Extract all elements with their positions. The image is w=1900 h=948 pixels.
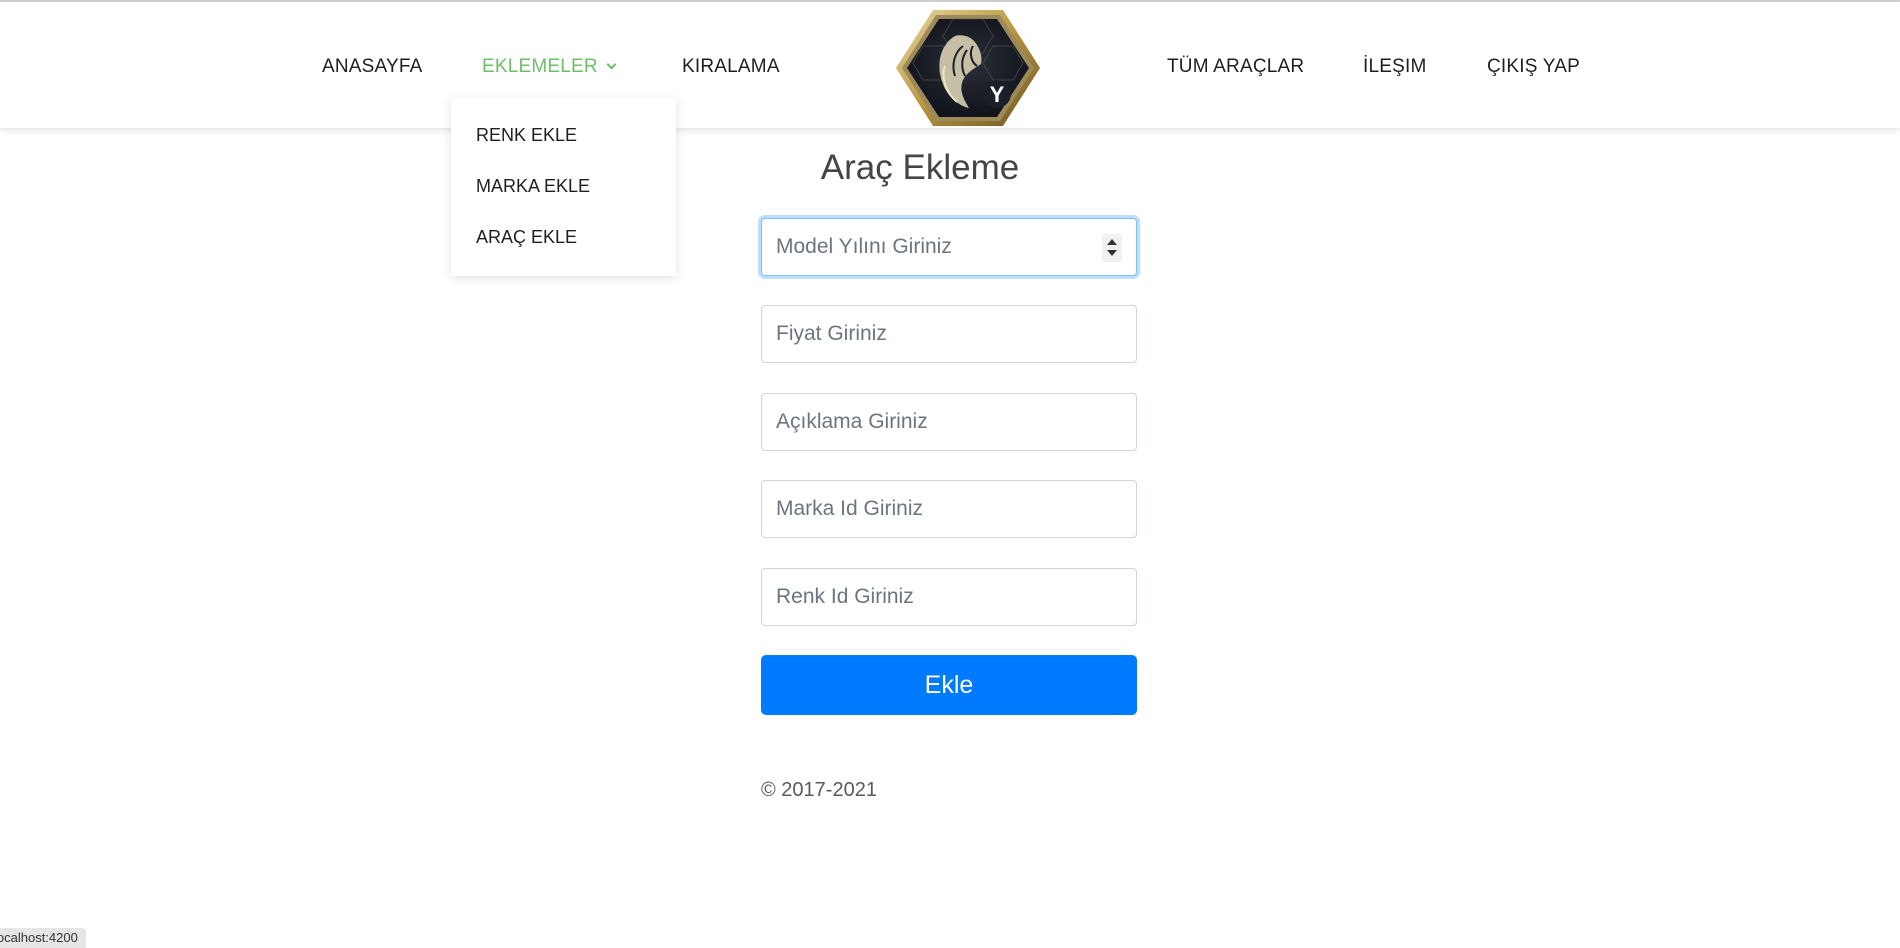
nav-logout-link[interactable]: ÇIKIŞ YAP xyxy=(1487,56,1580,78)
additions-dropdown-menu: RENK EKLE MARKA EKLE ARAÇ EKLE xyxy=(451,98,676,276)
nav-all-cars-link[interactable]: TÜM ARAÇLAR xyxy=(1167,56,1304,78)
status-bar-url: localhost:4200 xyxy=(0,928,86,948)
chevron-down-icon xyxy=(606,59,617,70)
add-button[interactable]: Ekle xyxy=(761,655,1137,715)
brand-logo[interactable]: Y xyxy=(893,6,1043,130)
dropdown-item-add-color[interactable]: RENK EKLE xyxy=(476,125,577,146)
number-spinner[interactable] xyxy=(1102,234,1122,262)
lion-hexagon-logo-icon: Y xyxy=(896,10,1040,126)
dropdown-item-add-car[interactable]: ARAÇ EKLE xyxy=(476,227,577,248)
dropdown-item-add-brand[interactable]: MARKA EKLE xyxy=(476,176,590,197)
page-title: Araç Ekleme xyxy=(820,148,1020,187)
nav-additions-link[interactable]: EKLEMELER xyxy=(482,56,617,78)
nav-home-link[interactable]: ANASAYFA xyxy=(322,56,423,78)
logo-letter: Y xyxy=(990,82,1005,107)
description-input[interactable] xyxy=(761,393,1137,451)
spinner-up-icon xyxy=(1107,239,1117,245)
spinner-down-icon xyxy=(1107,250,1117,256)
nav-contact-link[interactable]: İLEŞIM xyxy=(1363,56,1427,78)
footer-copyright: © 2017-2021 xyxy=(761,779,877,801)
nav-rental-link[interactable]: KIRALAMA xyxy=(682,56,780,78)
status-url-text: localhost:4200 xyxy=(0,930,78,945)
price-input[interactable] xyxy=(761,305,1137,363)
color-id-input[interactable] xyxy=(761,568,1137,626)
nav-additions-label: EKLEMELER xyxy=(482,56,598,77)
brand-id-input[interactable] xyxy=(761,480,1137,538)
navbar: ANASAYFA EKLEMELER KIRALAMA Y TÜM ARAÇLA… xyxy=(0,2,1900,128)
model-year-input[interactable] xyxy=(761,218,1137,276)
